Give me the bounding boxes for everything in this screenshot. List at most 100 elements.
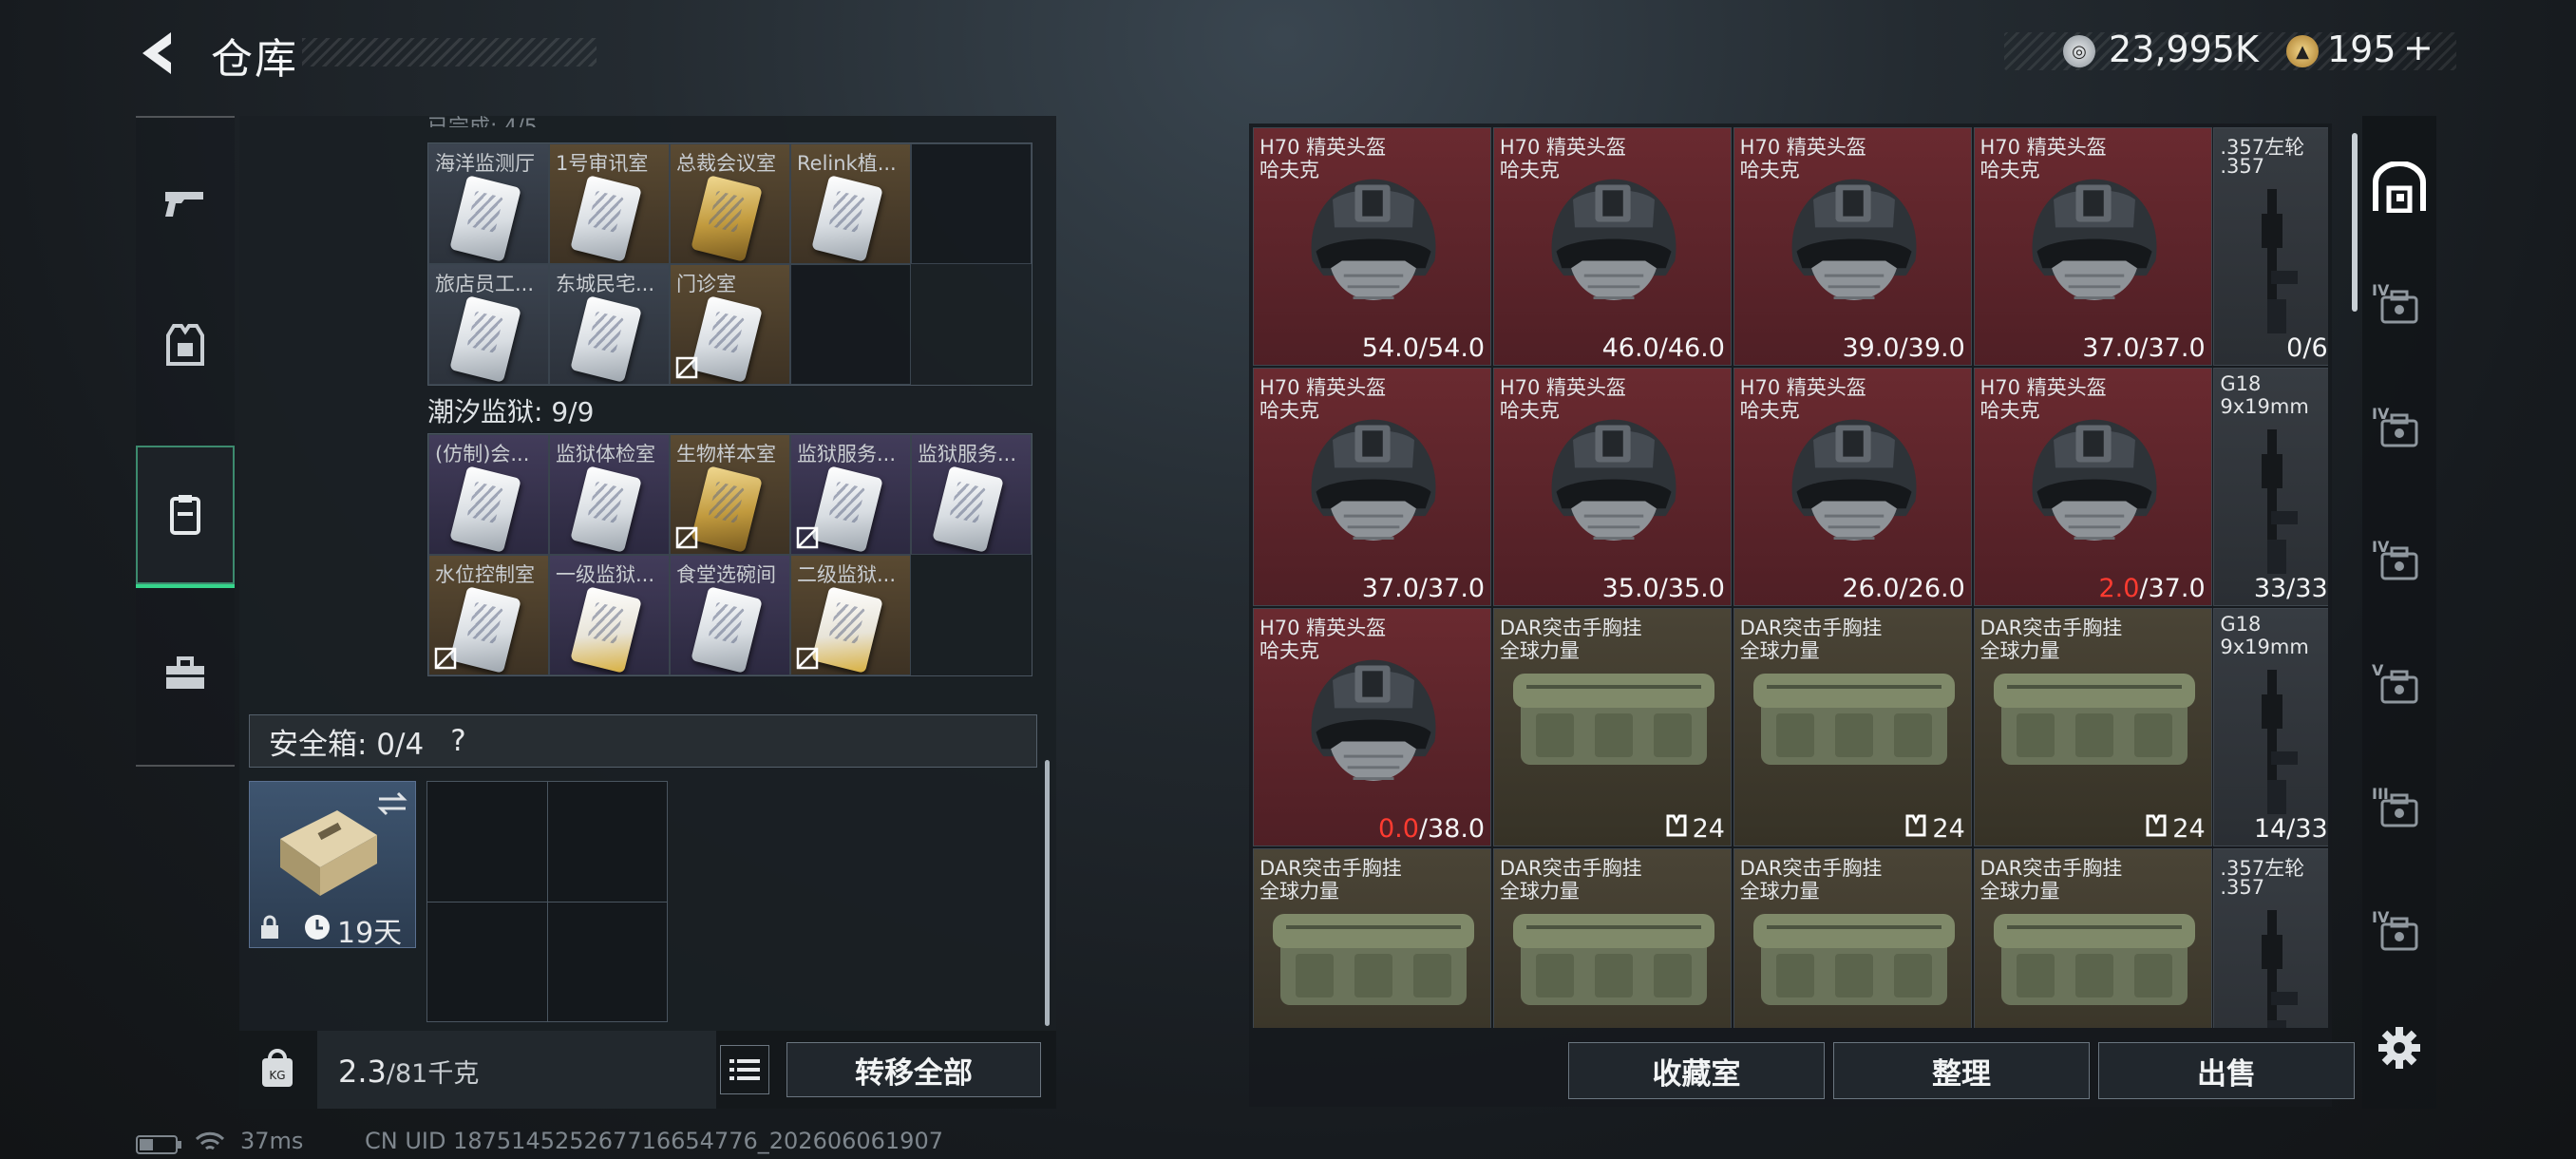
right-scrollbar[interactable] <box>2352 133 2358 312</box>
no-extract-icon <box>796 647 819 670</box>
keycard-icon <box>691 175 763 262</box>
stash-item-helmet[interactable]: H70 精英头盔 哈夫克 26.0/26.0 <box>1733 367 1972 606</box>
keycard-item[interactable]: 监狱体检室 <box>549 434 670 555</box>
tab-all-stash[interactable] <box>2370 158 2429 217</box>
stash-tab-6[interactable]: IV <box>2370 904 2429 963</box>
stash-item-gun[interactable]: .357左轮 .357 0/6 <box>2213 127 2328 367</box>
stash-item-gun[interactable]: .357左轮 .357 <box>2213 847 2328 1028</box>
item-subname: 全球力量 <box>1739 638 1820 662</box>
keycard-item[interactable]: 旅店员工... <box>428 264 549 385</box>
keycard-item[interactable]: 一级监狱... <box>549 555 670 675</box>
item-subname: 全球力量 <box>1499 879 1580 902</box>
stash-tab-1[interactable]: IV <box>2370 277 2429 336</box>
keycard-icon <box>449 586 521 674</box>
keycard-icon <box>449 466 521 553</box>
stash-tab-2[interactable]: IV <box>2370 401 2429 460</box>
keycard-icon <box>811 175 883 262</box>
item-subname: 哈夫克 <box>1739 398 1800 422</box>
keycard-group-1: 海洋监测厅 1号审讯室 总裁会议室 Relink植... 旅店员工... 东城民宅... 门… <box>427 142 1032 386</box>
stash-tab-4[interactable]: V <box>2370 657 2429 716</box>
item-subname: 哈夫克 <box>1260 159 1319 181</box>
stash-item-helmet[interactable]: H70 精英头盔 哈夫克 54.0/54.0 <box>1253 127 1492 367</box>
stash-item-helmet[interactable]: H70 精英头盔 哈夫克 39.0/39.0 <box>1733 127 1972 367</box>
no-extract-icon <box>434 647 457 670</box>
sort-button[interactable]: 整理 <box>1833 1042 2090 1099</box>
item-durability: 24 <box>1666 814 1725 844</box>
stash-item-helmet[interactable]: H70 精英头盔 哈夫克 0.0/38.0 <box>1253 607 1492 846</box>
item-subname: 哈夫克 <box>1499 159 1560 181</box>
stash-tab-3[interactable]: IV <box>2370 534 2429 593</box>
stash-item-bag[interactable]: DAR突击手胸挂 全球力量 24 <box>1492 607 1732 846</box>
tab-supplies[interactable] <box>136 602 235 745</box>
durability-max: /37.0 <box>2139 333 2206 364</box>
left-scrollbar[interactable] <box>1045 760 1050 1026</box>
empty-slot[interactable] <box>911 143 1032 264</box>
stash-item-helmet[interactable]: H70 精英头盔 哈夫克 2.0/37.0 <box>1973 367 2212 606</box>
page-title: 仓库 <box>211 35 298 84</box>
stash-item-helmet[interactable]: H70 精英头盔 哈夫克 46.0/46.0 <box>1492 127 1732 367</box>
keycard-item[interactable]: 水位控制室 <box>428 555 549 675</box>
tab-keys[interactable] <box>136 446 235 588</box>
settings-button[interactable] <box>2370 1018 2429 1077</box>
empty-slot[interactable] <box>790 264 911 385</box>
keycard-item[interactable]: (仿制)会... <box>428 434 549 555</box>
durability-max: /39.0 <box>1899 333 1965 364</box>
stash-item-helmet[interactable]: H70 精英头盔 哈夫克 37.0/37.0 <box>1973 127 2212 367</box>
item-durability: 0/6 <box>2286 333 2327 363</box>
helmet-image <box>2032 419 2156 541</box>
add-currency-button[interactable]: + <box>2403 27 2434 68</box>
keycard-item[interactable]: 1号审讯室 <box>549 143 670 264</box>
keycard-item[interactable]: 监狱服务... <box>911 434 1032 555</box>
safe-box-empty-slots[interactable] <box>426 781 668 1022</box>
keycard-label: 海洋监测厅 <box>435 152 535 175</box>
transfer-all-button[interactable]: 转移全部 <box>786 1042 1041 1097</box>
keycard-item[interactable]: 二级监狱... <box>790 555 911 675</box>
item-durability: 37.0/37.0 <box>2082 333 2205 363</box>
item-subname: .357 <box>2220 875 2265 899</box>
keycard-item[interactable]: 生物样本室 <box>670 434 790 555</box>
help-icon[interactable]: ? <box>450 724 465 758</box>
collection-room-button[interactable]: 收藏室 <box>1568 1042 1825 1099</box>
stash-item-bag[interactable]: DAR突击手胸挂 全球力量 <box>1492 847 1732 1028</box>
keycard-item[interactable]: 总裁会议室 <box>670 143 790 264</box>
stash-tab-5[interactable]: III <box>2370 781 2429 840</box>
keycard-item[interactable]: Relink植... <box>790 143 911 264</box>
item-subname: .357 <box>2220 155 2265 178</box>
stash-item-bag[interactable]: DAR突击手胸挂 全球力量 <box>1973 847 2212 1028</box>
list-view-button[interactable] <box>720 1045 769 1094</box>
keycard-icon <box>170 495 200 535</box>
keycard-label: 1号审讯室 <box>556 152 649 175</box>
keycard-icon <box>570 466 642 553</box>
item-durability: 14/33 <box>2254 814 2328 844</box>
stash-item-bag[interactable]: DAR突击手胸挂 全球力量 24 <box>1733 607 1972 846</box>
coin-amount: 23,995K <box>2109 28 2259 70</box>
gun-image <box>2262 428 2299 574</box>
stash-item-gun[interactable]: G18 9x19mm 14/33 <box>2213 607 2328 846</box>
durability-max: /26.0 <box>1899 573 1965 603</box>
stash-item-gun[interactable]: G18 9x19mm 33/33 <box>2213 367 2328 606</box>
durability-max: /38.0 <box>1418 813 1486 844</box>
toolbox-icon <box>166 656 204 689</box>
tab-weapons[interactable] <box>136 132 235 275</box>
stash-item-helmet[interactable]: H70 精英头盔 哈夫克 35.0/35.0 <box>1492 367 1732 606</box>
keycard-item[interactable]: 监狱服务... <box>790 434 911 555</box>
safe-box-item[interactable]: 19天 <box>249 781 416 950</box>
no-extract-icon <box>796 526 819 549</box>
item-durability: 24 <box>1905 814 1965 844</box>
keycard-item[interactable]: 食堂选碗间 <box>670 555 790 675</box>
sell-button[interactable]: 出售 <box>2098 1042 2355 1099</box>
back-arrow-icon[interactable] <box>133 27 180 80</box>
keycard-label: 水位控制室 <box>435 563 535 586</box>
tab-armor[interactable] <box>136 275 235 417</box>
swap-icon[interactable] <box>375 789 409 818</box>
stash-item-bag[interactable]: DAR突击手胸挂 全球力量 <box>1253 847 1492 1028</box>
keycard-item[interactable]: 东城民宅... <box>549 264 670 385</box>
no-extract-icon <box>675 356 698 379</box>
stash-item-bag[interactable]: DAR突击手胸挂 全球力量 <box>1733 847 1972 1028</box>
weight-icon: KG <box>262 1049 293 1087</box>
item-subname: 全球力量 <box>1979 638 2060 662</box>
keycard-item[interactable]: 门诊室 <box>670 264 790 385</box>
stash-item-bag[interactable]: DAR突击手胸挂 全球力量 24 <box>1973 607 2212 846</box>
keycard-item[interactable]: 海洋监测厅 <box>428 143 549 264</box>
stash-item-helmet[interactable]: H70 精英头盔 哈夫克 37.0/37.0 <box>1253 367 1492 606</box>
